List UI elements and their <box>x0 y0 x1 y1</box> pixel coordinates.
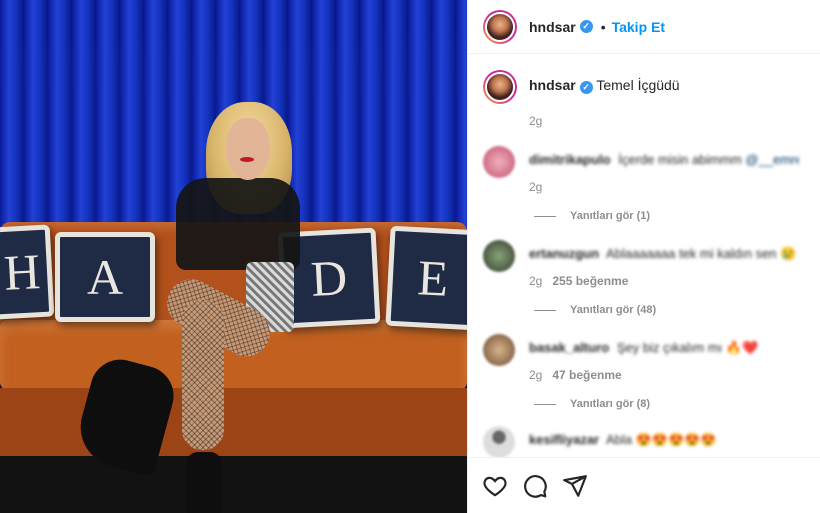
comment-avatar[interactable] <box>483 334 515 366</box>
replies-label: Yanıtları gör (1) <box>570 210 651 222</box>
comment-likes[interactable]: 255 beğenme <box>552 274 628 288</box>
pillow-e: E <box>385 225 467 331</box>
post-side-panel: hndsar ✓ • Takip Et hndsar ✓ Temel İçgüdü… <box>467 0 820 513</box>
person-torso <box>176 178 300 270</box>
comment-time[interactable]: 2g <box>529 180 542 194</box>
comment-text: İçerde misin abimmm <box>618 152 742 167</box>
verified-badge-icon: ✓ <box>579 80 593 94</box>
comment-likes[interactable]: 47 beğenme <box>552 368 621 382</box>
comment-mention[interactable]: @__emre_b <box>745 152 799 167</box>
post-action-bar <box>468 457 820 513</box>
replies-line <box>534 309 556 311</box>
post-photo[interactable]: H A D E <box>0 0 467 513</box>
comment-avatar[interactable] <box>483 426 515 458</box>
floor <box>0 456 467 513</box>
view-replies-button[interactable]: Yanıtları gör (48) <box>534 304 820 316</box>
comment-icon[interactable] <box>522 473 548 499</box>
caption-text: Temel İçgüdü <box>596 77 680 93</box>
comment-avatar[interactable] <box>483 146 515 178</box>
pillow-a: A <box>55 232 155 322</box>
replies-label: Yanıtları gör (8) <box>570 398 651 410</box>
caption-username[interactable]: hndsar <box>529 77 576 93</box>
caption-avatar[interactable] <box>483 70 517 104</box>
view-replies-button[interactable]: Yanıtları gör (8) <box>534 398 820 410</box>
comment-time[interactable]: 2g <box>529 274 542 288</box>
separator-dot: • <box>600 18 606 35</box>
comment-text: Şey biz çıkalım mı 🔥❤️ <box>616 340 759 355</box>
avatar[interactable] <box>483 9 517 44</box>
replies-line <box>534 215 556 217</box>
share-icon[interactable] <box>562 473 588 499</box>
verified-badge-icon: ✓ <box>579 20 593 33</box>
comment-meta: 2g <box>529 180 820 194</box>
comment-username[interactable]: dimitrikapulo <box>529 152 611 167</box>
heart-icon[interactable] <box>482 473 508 499</box>
comment-username[interactable]: ertanuzgun <box>529 246 599 261</box>
comment-username[interactable]: basak_alturo <box>529 340 609 355</box>
comment-item: kesifliyazar Abla 😍😍😍😍😍 <box>468 426 820 458</box>
replies-line <box>534 403 556 405</box>
view-replies-button[interactable]: Yanıtları gör (1) <box>534 210 820 222</box>
comment-avatar[interactable] <box>483 240 515 272</box>
person-face <box>226 118 270 180</box>
sofa-front <box>0 388 467 458</box>
comment-text: Abla 😍😍😍😍😍 <box>606 432 717 447</box>
pillow-h: H <box>0 224 55 320</box>
boot-right <box>186 452 222 513</box>
replies-label: Yanıtları gör (48) <box>570 304 657 316</box>
comment-username[interactable]: kesifliyazar <box>529 432 599 447</box>
post-header: hndsar ✓ • Takip Et <box>468 0 820 54</box>
header-username[interactable]: hndsar <box>529 19 576 35</box>
post-time[interactable]: 2g <box>529 114 820 128</box>
follow-button[interactable]: Takip Et <box>612 19 665 35</box>
comment-meta: 2g 47 beğenme <box>529 368 820 382</box>
comment-text: Ablaaaaaaa tek mi kaldın sen 😢 <box>605 246 797 261</box>
comment-time[interactable]: 2g <box>529 368 542 382</box>
post-caption: hndsar ✓ Temel İçgüdü <box>468 54 820 104</box>
comment-item: ertanuzgun Ablaaaaaaa tek mi kaldın sen … <box>468 240 820 272</box>
person-lips <box>240 157 254 162</box>
person-leg <box>182 300 224 450</box>
comment-item: dimitrikapulo İçerde misin abimmm @__emr… <box>468 146 820 178</box>
comment-meta: 2g 255 beğenme <box>529 274 820 288</box>
comment-item: basak_alturo Şey biz çıkalım mı 🔥❤️ <box>468 334 820 366</box>
